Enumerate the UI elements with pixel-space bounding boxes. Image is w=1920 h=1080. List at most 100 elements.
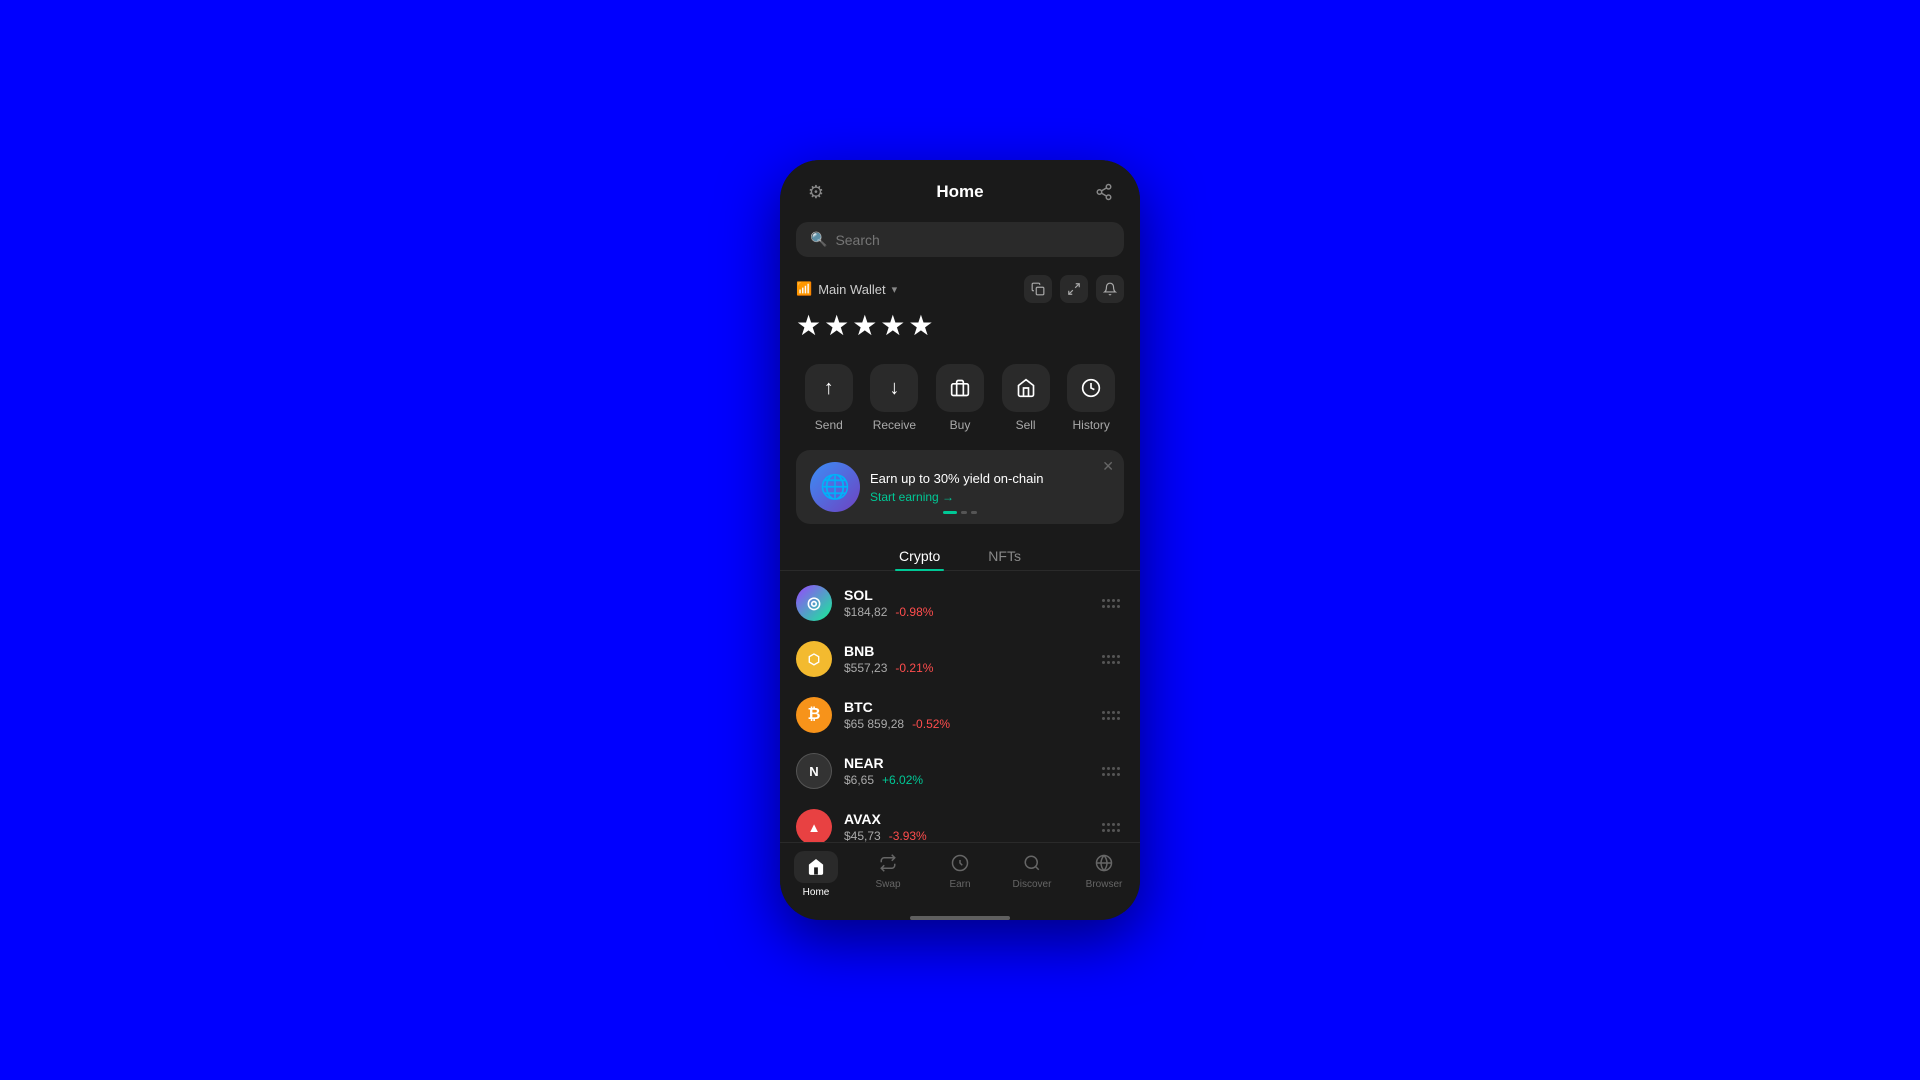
promo-banner: 🌐 Earn up to 30% yield on-chain Start ea…	[796, 450, 1124, 524]
wallet-chevron-icon: ▾	[892, 283, 898, 296]
nav-swap-label: Swap	[875, 879, 900, 890]
btc-symbol: BTC	[844, 699, 1086, 715]
buy-button[interactable]: Buy	[936, 364, 984, 432]
bnb-logo: ⬡	[796, 641, 832, 677]
search-icon: 🔍	[810, 231, 827, 248]
avax-price: $45,73	[844, 829, 881, 842]
swap-icon	[876, 851, 900, 875]
copy-address-button[interactable]	[1024, 275, 1052, 303]
asset-tabs: Crypto NFTs	[780, 532, 1140, 571]
near-info: NEAR $6,65 +6.02%	[844, 755, 1086, 787]
nav-discover-label: Discover	[1013, 879, 1052, 890]
nav-home[interactable]: Home	[780, 851, 852, 898]
bnb-symbol: BNB	[844, 643, 1086, 659]
near-price: $6,65	[844, 773, 874, 787]
buy-icon	[936, 364, 984, 412]
btc-change: -0.52%	[912, 717, 950, 731]
wallet-name-row: 📶 Main Wallet ▾	[796, 281, 897, 297]
promo-dot-1	[943, 511, 957, 514]
link-button[interactable]	[1088, 176, 1120, 208]
avax-more-button[interactable]	[1098, 819, 1124, 836]
home-indicator	[910, 916, 1010, 920]
wallet-signal-icon: 📶	[796, 281, 812, 297]
header: ⚙ Home	[780, 160, 1140, 216]
buy-label: Buy	[950, 418, 971, 432]
sol-logo: ◎	[796, 585, 832, 621]
sol-symbol: SOL	[844, 587, 1086, 603]
near-logo: N	[796, 753, 832, 789]
tab-crypto[interactable]: Crypto	[895, 542, 944, 570]
nav-browser-label: Browser	[1086, 879, 1123, 890]
settings-button[interactable]: ⚙	[800, 176, 832, 208]
search-input[interactable]	[835, 232, 1110, 248]
btc-more-button[interactable]	[1098, 707, 1124, 724]
bnb-change: -0.21%	[895, 661, 933, 675]
sol-price: $184,82	[844, 605, 887, 619]
history-button[interactable]: History	[1067, 364, 1115, 432]
near-change: +6.02%	[882, 773, 923, 787]
search-bar[interactable]: 🔍	[796, 222, 1124, 257]
avax-symbol: AVAX	[844, 811, 1086, 827]
nav-discover[interactable]: Discover	[996, 851, 1068, 898]
btc-price: $65 859,28	[844, 717, 904, 731]
avax-change: -3.93%	[889, 829, 927, 842]
sol-info: SOL $184,82 -0.98%	[844, 587, 1086, 619]
receive-label: Receive	[873, 418, 916, 432]
history-label: History	[1073, 418, 1110, 432]
list-item[interactable]: N NEAR $6,65 +6.02%	[780, 743, 1140, 799]
avax-logo: ▲	[796, 809, 832, 842]
earn-icon	[948, 851, 972, 875]
wallet-action-icons	[1024, 275, 1124, 303]
receive-icon: ↓	[870, 364, 918, 412]
notifications-button[interactable]	[1096, 275, 1124, 303]
browser-icon	[1092, 851, 1116, 875]
near-symbol: NEAR	[844, 755, 1086, 771]
history-icon	[1067, 364, 1115, 412]
promo-title: Earn up to 30% yield on-chain	[870, 471, 1110, 486]
sol-more-button[interactable]	[1098, 595, 1124, 612]
bnb-price: $557,23	[844, 661, 887, 675]
btc-info: BTC $65 859,28 -0.52%	[844, 699, 1086, 731]
promo-link[interactable]: Start earning →	[870, 490, 1110, 504]
promo-image: 🌐	[810, 462, 860, 512]
nav-earn[interactable]: Earn	[924, 851, 996, 898]
sell-button[interactable]: Sell	[1002, 364, 1050, 432]
promo-dot-2	[961, 511, 967, 514]
receive-button[interactable]: ↓ Receive	[870, 364, 918, 432]
list-item[interactable]: ▲ AVAX $45,73 -3.93%	[780, 799, 1140, 842]
bottom-navigation: Home Swap Earn Discover Browser	[780, 842, 1140, 912]
tab-nfts[interactable]: NFTs	[984, 542, 1025, 570]
wallet-balance: ★★★★★	[796, 309, 1124, 342]
sell-icon	[1002, 364, 1050, 412]
wallet-name-label: Main Wallet	[818, 282, 885, 297]
crypto-list: ◎ SOL $184,82 -0.98% ⬡ BNB $557,23 -0.21…	[780, 571, 1140, 842]
send-label: Send	[815, 418, 843, 432]
list-item[interactable]: ⬡ BNB $557,23 -0.21%	[780, 631, 1140, 687]
promo-dots	[943, 511, 977, 514]
promo-dot-3	[971, 511, 977, 514]
list-item[interactable]: ◎ SOL $184,82 -0.98%	[780, 575, 1140, 631]
page-title: Home	[936, 182, 983, 202]
list-item[interactable]: ₿ BTC $65 859,28 -0.52%	[780, 687, 1140, 743]
near-more-button[interactable]	[1098, 763, 1124, 780]
home-icon	[804, 855, 828, 879]
wallet-section: 📶 Main Wallet ▾ ★★★★★	[780, 267, 1140, 354]
nav-browser[interactable]: Browser	[1068, 851, 1140, 898]
avax-info: AVAX $45,73 -3.93%	[844, 811, 1086, 842]
phone-app: ⚙ Home 🔍 📶 Main Wallet ▾	[780, 160, 1140, 920]
send-button[interactable]: ↑ Send	[805, 364, 853, 432]
action-buttons: ↑ Send ↓ Receive Buy Sell History	[780, 354, 1140, 442]
promo-text: Earn up to 30% yield on-chain Start earn…	[870, 471, 1110, 504]
discover-icon	[1020, 851, 1044, 875]
send-icon: ↑	[805, 364, 853, 412]
promo-close-button[interactable]: ✕	[1102, 458, 1114, 475]
nav-swap[interactable]: Swap	[852, 851, 924, 898]
sell-label: Sell	[1016, 418, 1036, 432]
expand-button[interactable]	[1060, 275, 1088, 303]
sol-change: -0.98%	[895, 605, 933, 619]
btc-logo: ₿	[796, 697, 832, 733]
bnb-info: BNB $557,23 -0.21%	[844, 643, 1086, 675]
bnb-more-button[interactable]	[1098, 651, 1124, 668]
nav-earn-label: Earn	[949, 879, 970, 890]
nav-home-label: Home	[803, 887, 830, 898]
